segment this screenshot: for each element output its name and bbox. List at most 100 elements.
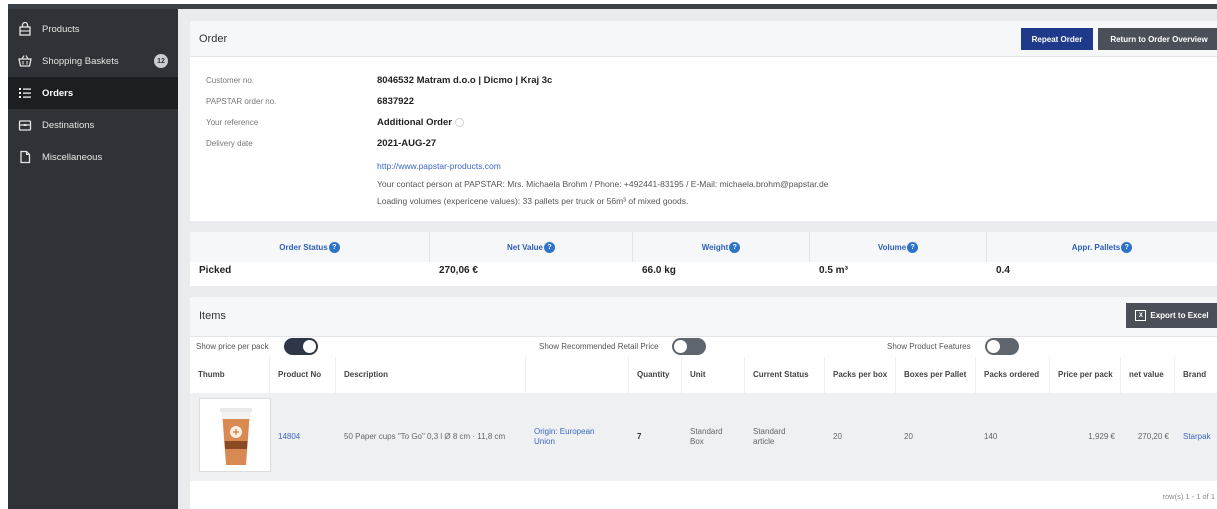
product-no-link[interactable]: 14804 [270, 393, 336, 481]
sidebar-item-products[interactable]: Products [8, 13, 178, 45]
appr-pallets-value: 0.4 [996, 265, 1010, 276]
price-per-pack-toggle-label: Show price per pack [196, 342, 269, 351]
weight-header: Weight? [633, 232, 810, 262]
price-per-pack-value: 1,929 € [1088, 432, 1115, 441]
order-header: Order Repeat Order Return to Order Overv… [190, 21, 1217, 57]
bag-icon [16, 20, 34, 38]
packs-per-box-value: 20 [833, 432, 842, 441]
sidebar-item-shopping-baskets[interactable]: Shopping Baskets 12 [8, 45, 178, 77]
weight-value: 66.0 kg [642, 265, 676, 276]
basket-icon [16, 52, 34, 70]
delivery-date-value: 2021-AUG-27 [377, 138, 437, 149]
toggle-knob [987, 340, 1000, 353]
items-title: Items [199, 310, 226, 322]
sidebar-item-label: Orders [42, 87, 74, 99]
quantity-value: 7 [637, 432, 642, 441]
loading-volumes-text: Loading volumes (expericene values): 33 … [377, 196, 689, 206]
volume-header: Volume? [810, 232, 987, 262]
column-header-current-status[interactable]: Current Status [745, 357, 825, 393]
appr-pallets-header: Appr. Pallets? [987, 232, 1217, 262]
sidebar-item-label: Miscellaneous [42, 151, 103, 163]
order-status-header: Order Status? [190, 232, 430, 262]
help-icon[interactable]: ? [544, 241, 555, 253]
info-icon[interactable] [454, 117, 464, 127]
net-value-value: 270,06 € [439, 265, 478, 276]
column-header-origin [526, 357, 629, 393]
header-label: Volume [877, 242, 907, 252]
delivery-date-label: Delivery date [206, 139, 253, 148]
sidebar-item-label: Shopping Baskets [42, 55, 119, 67]
volume-value: 0.5 m³ [819, 265, 848, 276]
column-header-quantity[interactable]: Quantity [629, 357, 682, 393]
column-header-thumb: Thumb [190, 357, 270, 393]
origin-link[interactable]: Origin: European Union [526, 393, 629, 481]
current-status-value: Standard article [753, 427, 786, 446]
customer-no-value: 8046532 Matram d.o.o | Dicmo | Kraj 3c [377, 75, 553, 86]
boxes-per-pallet-value: 20 [904, 432, 913, 441]
items-table: Thumb Product No Description Quantity Un… [190, 357, 1217, 509]
column-header-price-per-pack[interactable]: Price per pack [1050, 357, 1121, 393]
your-reference-label: Your reference [206, 118, 259, 127]
product-features-toggle-label: Show Product Features [887, 342, 971, 351]
net-value-cell: 270,20 € [1137, 432, 1169, 441]
sidebar-item-miscellaneous[interactable]: Miscellaneous [8, 141, 178, 173]
papstar-website-link[interactable]: http://www.papstar-products.com [377, 161, 501, 171]
product-features-toggle[interactable] [985, 338, 1019, 355]
product-thumbnail[interactable] [199, 398, 271, 472]
order-summary-table: Order Status? Net Value? Weight? Volume?… [190, 232, 1217, 286]
column-header-boxes-per-pallet[interactable]: Boxes per Pallet [896, 357, 976, 393]
product-description: 50 Paper cups "To Go" 0,3 l Ø 8 cm · 11,… [344, 432, 506, 441]
sidebar: Products Shopping Baskets 12 Orders Dest… [8, 9, 178, 509]
recommended-retail-price-toggle[interactable] [672, 338, 706, 355]
unit-value: Standard Box [690, 427, 723, 446]
list-icon [16, 84, 34, 102]
sidebar-item-label: Products [42, 23, 80, 35]
repeat-order-button[interactable]: Repeat Order [1021, 28, 1093, 50]
help-icon[interactable]: ? [729, 241, 741, 253]
header-label: Appr. Pallets [1071, 242, 1121, 252]
net-value-header: Net Value? [430, 232, 633, 262]
order-title: Order [199, 33, 228, 45]
toggle-knob [674, 340, 687, 353]
basket-count-badge: 12 [154, 54, 168, 68]
column-header-packs-ordered[interactable]: Packs ordered [976, 357, 1050, 393]
items-header: Items X Export to Excel [190, 297, 1217, 337]
column-header-brand[interactable]: Brand [1175, 357, 1217, 393]
toggle-knob [303, 340, 316, 353]
column-header-description[interactable]: Description [336, 357, 526, 393]
customer-no-label: Customer no. [206, 76, 255, 85]
sidebar-item-label: Destinations [42, 119, 95, 131]
sidebar-item-orders[interactable]: Orders [8, 77, 178, 109]
column-header-unit[interactable]: Unit [682, 357, 745, 393]
header-label: Net Value [506, 242, 543, 252]
column-header-net-value[interactable]: net value [1121, 357, 1175, 393]
help-icon[interactable]: ? [1121, 241, 1133, 253]
export-label: Export to Excel [1150, 311, 1209, 320]
brand-link[interactable]: Starpak [1175, 393, 1217, 481]
your-reference-value: Additional Order [377, 117, 464, 128]
papstar-order-no-value: 6837922 [377, 96, 414, 107]
box-icon [16, 116, 34, 134]
toggle-row: Show price per pack Show Recommended Ret… [190, 337, 1217, 357]
help-icon[interactable]: ? [328, 241, 340, 253]
main-content: Order Repeat Order Return to Order Overv… [178, 9, 1217, 509]
packs-ordered-value: 140 [984, 432, 998, 441]
your-reference-text: Additional Order [377, 117, 452, 128]
column-header-packs-per-box[interactable]: Packs per box [825, 357, 896, 393]
header-label: Order Status [279, 242, 328, 252]
recommended-retail-price-toggle-label: Show Recommended Retail Price [539, 342, 659, 351]
sidebar-item-destinations[interactable]: Destinations [8, 109, 178, 141]
order-status-value: Picked [199, 265, 232, 276]
export-to-excel-button[interactable]: X Export to Excel [1126, 303, 1217, 328]
excel-icon: X [1135, 310, 1147, 321]
column-header-product-no[interactable]: Product No [270, 357, 336, 393]
pagination-info: row(s) 1 - 1 of 1 [1162, 492, 1215, 501]
return-to-order-overview-button[interactable]: Return to Order Overview [1098, 28, 1217, 50]
top-bar [0, 0, 1217, 9]
help-icon[interactable]: ? [907, 241, 919, 253]
papstar-order-no-label: PAPSTAR order no. [206, 97, 277, 106]
contact-person-text: Your contact person at PAPSTAR: Mrs. Mic… [377, 179, 829, 189]
document-icon [16, 148, 34, 166]
header-label: Weight [701, 242, 729, 252]
price-per-pack-toggle[interactable] [284, 338, 318, 355]
